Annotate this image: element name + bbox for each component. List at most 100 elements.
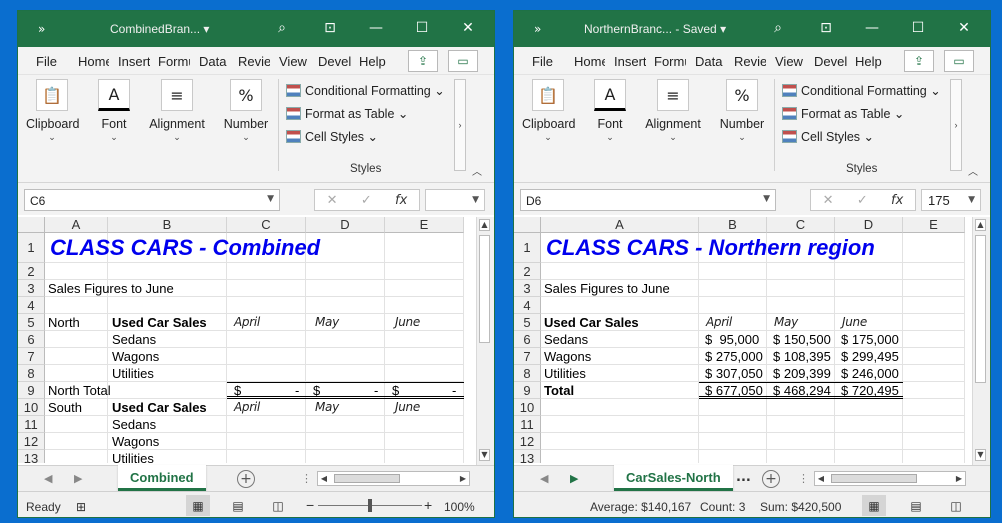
row-header-9[interactable]: 9	[18, 382, 45, 399]
cell-c9-currency[interactable]: $	[232, 382, 243, 399]
row-header-13[interactable]: 13	[18, 450, 45, 463]
cell-e10[interactable]: June	[393, 399, 422, 416]
cell-a1[interactable]: CLASS CARS - Combined	[48, 233, 322, 263]
row-header-11[interactable]: 11	[18, 416, 45, 433]
row-header-11[interactable]: 11	[514, 416, 541, 433]
tab-home[interactable]: Home	[78, 54, 109, 69]
cell-a6[interactable]: Sedans	[542, 331, 590, 348]
row-header-7[interactable]: 7	[18, 348, 45, 365]
column-header-a[interactable]: A	[45, 217, 108, 233]
scroll-right-icon[interactable]: ▶	[457, 472, 469, 485]
sheet-tab-combined[interactable]: Combined	[118, 465, 206, 491]
cell-c5[interactable]: April	[232, 314, 262, 331]
cell-a7[interactable]: Wagons	[542, 348, 593, 365]
row-header-8[interactable]: 8	[18, 365, 45, 382]
page-break-icon[interactable]: ◫	[266, 495, 290, 516]
clipboard-group[interactable]: 📋 Clipboard ⌄	[522, 79, 576, 143]
cell-d5[interactable]: May	[313, 314, 341, 331]
chevron-down-icon[interactable]: ▼	[267, 194, 274, 204]
cell-a1[interactable]: CLASS CARS - Northern region	[544, 233, 877, 263]
cell-b8[interactable]: $ 307,050	[703, 365, 765, 382]
row-header-2[interactable]: 2	[514, 263, 541, 280]
row-header-12[interactable]: 12	[18, 433, 45, 450]
column-header-e[interactable]: E	[903, 217, 965, 233]
cell-b7[interactable]: Wagons	[110, 348, 161, 365]
cancel-icon[interactable]: ✕	[327, 193, 338, 208]
tab-data[interactable]: Data	[199, 54, 229, 69]
row-header-9[interactable]: 9	[514, 382, 541, 399]
alignment-group[interactable]: ≡ Alignment ⌄	[640, 79, 706, 143]
row-header-6[interactable]: 6	[514, 331, 541, 348]
cell-a9[interactable]: North Total	[46, 382, 113, 399]
horizontal-scroll-thumb[interactable]	[334, 474, 400, 483]
expand-formula-icon[interactable]: ▼	[968, 195, 975, 205]
cell-e5[interactable]: June	[393, 314, 422, 331]
scroll-right-icon[interactable]: ▶	[953, 472, 965, 485]
row-header-7[interactable]: 7	[514, 348, 541, 365]
row-header-1[interactable]: 1	[514, 233, 541, 263]
collapse-ribbon-icon[interactable]: ︿	[472, 163, 482, 178]
cell-b12[interactable]: Wagons	[110, 433, 161, 450]
sheet-tab-carsales-north[interactable]: CarSales-North	[614, 465, 733, 491]
tab-formulas[interactable]: Formulas	[158, 54, 190, 69]
row-header-8[interactable]: 8	[514, 365, 541, 382]
tab-review[interactable]: Review	[734, 54, 766, 69]
cell-b5[interactable]: April	[704, 314, 734, 331]
scroll-up-icon[interactable]: ▲	[479, 219, 490, 231]
font-group[interactable]: A Font ⌄	[92, 79, 136, 143]
cell-e9-currency[interactable]: $	[390, 382, 401, 399]
column-header-c[interactable]: C	[227, 217, 306, 233]
cell-c9-value[interactable]: -	[293, 382, 301, 399]
add-sheet-icon[interactable]: +	[762, 470, 780, 488]
enter-icon[interactable]: ✓	[857, 193, 868, 208]
name-box[interactable]: C6 ▼	[24, 189, 280, 211]
cell-a5[interactable]: North	[46, 314, 82, 331]
cell-c8[interactable]: $ 209,399	[771, 365, 833, 382]
add-sheet-icon[interactable]: +	[237, 470, 255, 488]
cell-d7[interactable]: $ 299,495	[839, 348, 901, 365]
quick-access-expand-icon[interactable]: »	[38, 22, 45, 36]
ribbon-display-icon[interactable]: ⊡	[814, 17, 838, 39]
scroll-left-icon[interactable]: ◀	[318, 472, 330, 485]
select-all-corner[interactable]	[18, 217, 45, 233]
scroll-up-icon[interactable]: ▲	[975, 219, 986, 231]
alignment-group[interactable]: ≡ Alignment ⌄	[144, 79, 210, 143]
row-header-4[interactable]: 4	[514, 297, 541, 314]
minimize-icon[interactable]: —	[364, 17, 388, 39]
tab-review[interactable]: Review	[238, 54, 270, 69]
cell-c7[interactable]: $ 108,395	[771, 348, 833, 365]
cell-d5[interactable]: June	[840, 314, 869, 331]
column-header-e[interactable]: E	[385, 217, 464, 233]
vertical-scroll-thumb[interactable]	[479, 235, 490, 343]
row-header-3[interactable]: 3	[514, 280, 541, 297]
maximize-icon[interactable]: ☐	[410, 17, 434, 39]
insert-function-icon[interactable]: fx	[395, 193, 407, 208]
tab-help[interactable]: Help	[359, 54, 389, 69]
row-header-6[interactable]: 6	[18, 331, 45, 348]
horizontal-scrollbar[interactable]: ◀ ▶	[317, 471, 470, 486]
window-title[interactable]: CombinedBran... ▾	[110, 22, 209, 36]
scroll-left-icon[interactable]: ◀	[815, 472, 827, 485]
window-title[interactable]: NorthernBranc... - Saved ▾	[584, 22, 726, 36]
row-header-13[interactable]: 13	[514, 450, 541, 463]
cell-b11[interactable]: Sedans	[110, 416, 158, 433]
normal-view-icon[interactable]: ▦	[862, 495, 886, 516]
cell-styles-button[interactable]: Cell Styles ⌄	[782, 129, 874, 144]
clipboard-group[interactable]: 📋 Clipboard ⌄	[26, 79, 80, 143]
row-header-5[interactable]: 5	[18, 314, 45, 331]
row-header-4[interactable]: 4	[18, 297, 45, 314]
vertical-scrollbar[interactable]: ▲ ▼	[972, 217, 990, 465]
cell-c5[interactable]: May	[772, 314, 800, 331]
tab-help[interactable]: Help	[855, 54, 885, 69]
cell-a3[interactable]: Sales Figures to June	[542, 280, 672, 297]
tab-view[interactable]: View	[279, 54, 309, 69]
cell-b9[interactable]: $ 677,050	[703, 382, 765, 399]
row-header-1[interactable]: 1	[18, 233, 45, 263]
cell-d9[interactable]: $ 720,495	[839, 382, 901, 399]
share-button[interactable]: ⇪	[904, 50, 934, 72]
scroll-down-icon[interactable]: ▼	[975, 449, 986, 461]
formula-input[interactable]: ▼	[425, 189, 485, 211]
conditional-formatting-button[interactable]: Conditional Formatting ⌄	[286, 83, 445, 98]
tab-insert[interactable]: Insert	[118, 54, 150, 69]
cell-b13[interactable]: Utilities	[110, 450, 156, 463]
